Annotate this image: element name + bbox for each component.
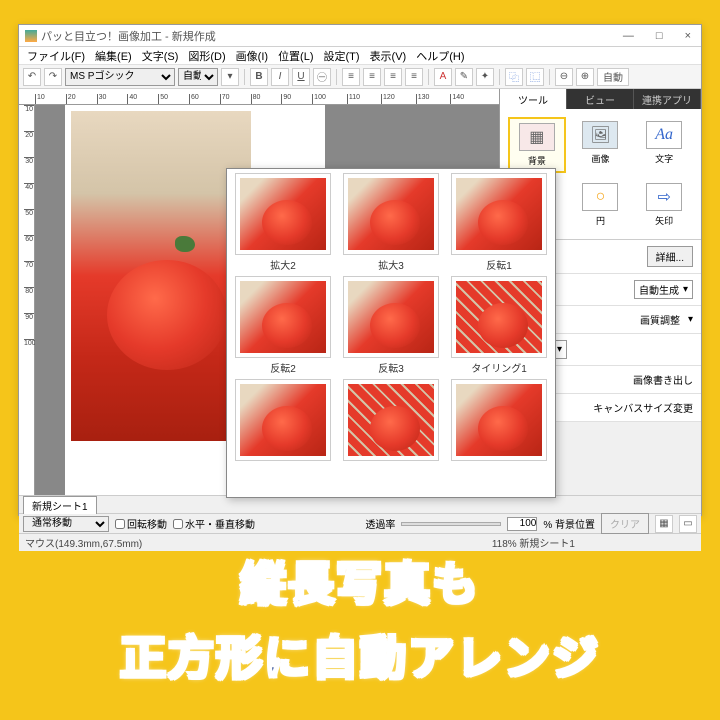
menu-shape[interactable]: 図形(D) [184,48,229,64]
tool-circle[interactable]: ○円 [572,179,630,231]
size-select[interactable]: 自動 [178,68,218,86]
marketing-line1: 縦長写真も [240,548,480,614]
popup-item[interactable]: 反転1 [447,173,551,272]
menu-image[interactable]: 画像(I) [232,48,272,64]
tab-tools[interactable]: ツール [500,89,567,109]
paste-button[interactable]: ⿺ [526,68,544,86]
toolbar: ↶ ↷ MS Pゴシック 自動 ▾ B I U ㊀ ≡ ≡ ≡ ≡ A ✎ ✦ … [19,65,701,89]
zoom-out-button[interactable]: ⊖ [555,68,573,86]
minimize-button[interactable]: — [619,30,638,42]
tool-background[interactable]: ▦背景 [508,117,566,173]
vertical-ruler: 102030405060708090100 [19,105,35,495]
arrow-icon: ⇨ [646,183,682,211]
window-title: パッと目立つ！画像加工 - 新規作成 [41,28,216,44]
canvas-resize-label[interactable]: キャンバスサイズ変更 [593,400,693,415]
popup-item[interactable]: 反転3 [339,276,443,375]
align-center-button[interactable]: ≡ [363,68,381,86]
align-right-button[interactable]: ≡ [384,68,402,86]
tool-image[interactable]: 🖼画像 [572,117,630,173]
autogen-select[interactable]: 自動生成▾ [634,280,693,299]
align-left-button[interactable]: ≡ [342,68,360,86]
redo-button[interactable]: ↷ [44,68,62,86]
align-justify-button[interactable]: ≡ [405,68,423,86]
undo-button[interactable]: ↶ [23,68,41,86]
italic-button[interactable]: I [271,68,289,86]
panel-tabs: ツール ビュー 連携アプリ [500,89,701,109]
strike-button[interactable]: ㊀ [313,68,331,86]
zoom-in-button[interactable]: ⊕ [576,68,594,86]
size-down-button[interactable]: ▾ [221,68,239,86]
placed-image[interactable] [71,111,251,441]
underline-button[interactable]: U [292,68,310,86]
popup-item[interactable] [231,379,335,463]
popup-item[interactable]: 反転2 [231,276,335,375]
circle-icon: ○ [582,183,618,211]
window-controls: — □ × [619,30,695,42]
tool-text[interactable]: Aa文字 [635,117,693,173]
image-icon: 🖼 [582,121,618,149]
auto-zoom-button[interactable]: 自動 [597,68,629,86]
background-icon: ▦ [519,123,555,151]
horizontal-ruler: 102030405060708090100110120130140 [19,89,499,105]
chevron-down-icon[interactable]: ▾ [688,314,693,325]
effect-button[interactable]: ✦ [476,68,494,86]
detail-button[interactable]: 詳細... [647,246,693,267]
tool-arrow[interactable]: ⇨矢印 [635,179,693,231]
menu-edit[interactable]: 編集(E) [91,48,136,64]
quality-label: 画質調整 [640,312,680,327]
chevron-down-icon: ▾ [683,284,688,295]
menubar: ファイル(F) 編集(E) 文字(S) 図形(D) 画像(I) 位置(L) 設定… [19,47,701,65]
menu-position[interactable]: 位置(L) [274,48,317,64]
menu-file[interactable]: ファイル(F) [23,48,89,64]
marketing-line2: 正方形に自動アレンジ [120,622,600,688]
text-color-button[interactable]: A [434,68,452,86]
marketing-banner: 縦長写真も 正方形に自動アレンジ [0,516,720,720]
titlebar: パッと目立つ！画像加工 - 新規作成 — □ × [19,25,701,47]
bold-button[interactable]: B [250,68,268,86]
menu-help[interactable]: ヘルプ(H) [412,48,468,64]
sheet-tab[interactable]: 新規シート1 [23,496,97,514]
tab-apps[interactable]: 連携アプリ [634,89,701,109]
popup-item[interactable] [447,379,551,463]
close-button[interactable]: × [681,30,695,42]
popup-item[interactable] [339,379,443,463]
menu-text[interactable]: 文字(S) [138,48,183,64]
highlight-button[interactable]: ✎ [455,68,473,86]
export-label[interactable]: 画像書き出し [633,372,693,387]
maximize-button[interactable]: □ [652,30,667,42]
menu-view[interactable]: 表示(V) [366,48,411,64]
chevron-down-icon: ▾ [557,344,562,355]
popup-item[interactable]: タイリング1 [447,276,551,375]
tab-view[interactable]: ビュー [567,89,634,109]
popup-item[interactable]: 拡大3 [339,173,443,272]
popup-item[interactable]: 拡大2 [231,173,335,272]
arrange-popup: 拡大2 拡大3 反転1 反転2 反転3 タイリング1 [226,168,556,498]
text-icon: Aa [646,121,682,149]
app-icon [25,30,37,42]
menu-settings[interactable]: 設定(T) [320,48,364,64]
font-select[interactable]: MS Pゴシック [65,68,175,86]
copy-button[interactable]: ⿻ [505,68,523,86]
